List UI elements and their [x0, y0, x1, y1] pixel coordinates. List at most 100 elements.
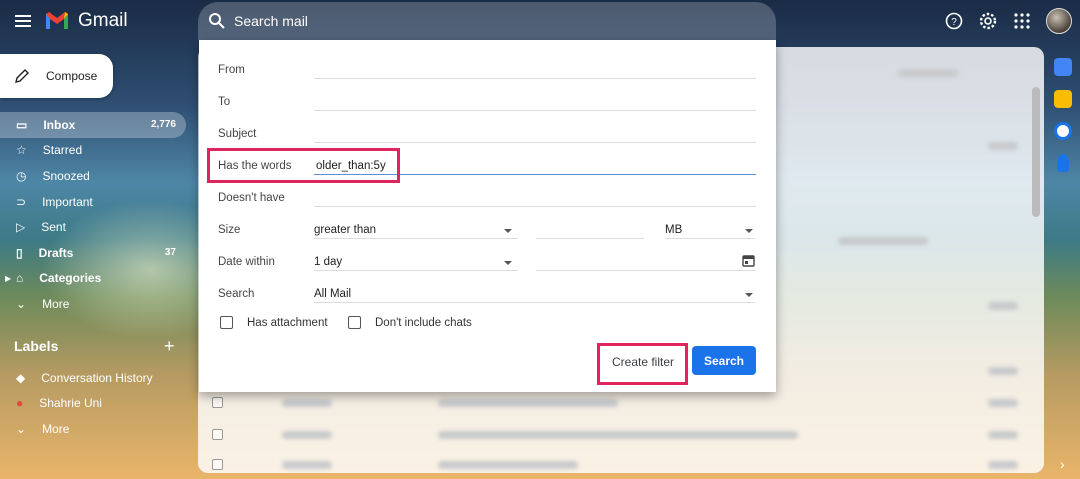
subject-underline[interactable] [314, 142, 756, 143]
blurred-date [988, 142, 1018, 150]
label-item-label: More [42, 421, 70, 436]
doesnt-have-label: Doesn't have [218, 192, 285, 204]
blurred-date [988, 461, 1018, 469]
expand-caret-icon[interactable]: ▶ [5, 274, 11, 283]
tasks-icon[interactable] [1054, 122, 1072, 140]
main-menu-button[interactable] [12, 10, 34, 32]
mail-list-scrollbar[interactable] [1032, 87, 1040, 217]
size-label: Size [218, 224, 241, 236]
compose-label: Compose [46, 69, 98, 83]
sidebar-item-snoozed[interactable]: ◷ Snoozed [0, 163, 186, 189]
search-bar[interactable]: Search mail [198, 2, 776, 40]
has-attachment-checkbox[interactable] [220, 316, 233, 329]
sidebar-item-label: Categories [39, 271, 102, 286]
row-checkbox[interactable] [212, 459, 223, 470]
sidebar-item-label: More [42, 296, 70, 311]
side-panel-rail [1054, 58, 1076, 186]
search-in-underline [314, 302, 755, 303]
has-words-label: Has the words [218, 160, 292, 172]
search-in-row: Search All Mail [218, 275, 756, 307]
label-item-conversation-history[interactable]: ◆ Conversation History [0, 365, 186, 391]
help-icon[interactable]: ? [944, 11, 964, 31]
date-within-label: Date within [218, 256, 275, 268]
calendar-icon[interactable] [742, 254, 755, 267]
size-unit-underline [665, 238, 755, 239]
label-item-label: Conversation History [41, 370, 153, 385]
draft-icon: ▯ [16, 245, 23, 260]
sidebar-item-inbox[interactable]: ▭ Inbox 2,776 [0, 112, 186, 138]
doesnt-have-row: Doesn't have [218, 179, 756, 211]
compose-button[interactable]: Compose [0, 54, 113, 98]
blurred-date [988, 431, 1018, 439]
account-avatar[interactable] [1046, 8, 1072, 34]
star-icon: ☆ [16, 143, 27, 158]
sidebar-item-sent[interactable]: ▷ Sent [0, 214, 186, 240]
add-label-icon[interactable]: + [164, 336, 175, 357]
search-in-select[interactable]: All Mail [314, 288, 351, 300]
blurred-pagination [898, 69, 958, 77]
apps-grid-icon[interactable] [1012, 11, 1032, 31]
dont-include-chats-option[interactable]: Don't include chats [348, 316, 472, 329]
has-words-underline[interactable] [314, 174, 756, 175]
to-label: To [218, 96, 231, 108]
label-item-more[interactable]: ⌄ More [0, 416, 186, 442]
from-underline[interactable] [314, 78, 756, 79]
keep-icon[interactable] [1054, 90, 1072, 108]
chevron-down-icon[interactable] [745, 229, 753, 233]
sidebar-item-label: Sent [41, 220, 66, 235]
dont-include-chats-checkbox[interactable] [348, 316, 361, 329]
size-unit-select[interactable]: MB [665, 224, 682, 236]
chevron-down-icon[interactable] [504, 229, 512, 233]
subject-label: Subject [218, 128, 257, 140]
date-within-select[interactable]: 1 day [314, 256, 342, 268]
expand-side-panel-icon[interactable]: › [1060, 456, 1065, 472]
to-underline[interactable] [314, 110, 756, 111]
sidebar-item-categories[interactable]: ▶ ⌂ Categories [0, 266, 186, 292]
sidebar-nav: ▭ Inbox 2,776 ☆ Starred ◷ Snoozed ⊃ Impo… [0, 112, 186, 317]
advanced-search-dialog: From To Subject Has the words older_than… [199, 40, 776, 392]
label-tag-icon: ◆ [16, 370, 26, 385]
blurred-sender [282, 461, 332, 469]
size-comparator-underline [314, 238, 518, 239]
blurred-subject [438, 399, 618, 407]
chevron-down-icon[interactable] [745, 293, 753, 297]
doesnt-have-underline[interactable] [314, 206, 756, 207]
blurred-sender [282, 431, 332, 439]
settings-gear-icon[interactable] [978, 11, 998, 31]
search-button[interactable]: Search [692, 346, 756, 375]
size-row: Size greater than MB [218, 211, 756, 243]
chevron-down-icon: ⌄ [16, 296, 27, 311]
has-words-field[interactable]: older_than:5y [316, 160, 386, 172]
calendar-icon[interactable] [1054, 58, 1072, 76]
sidebar-item-starred[interactable]: ☆ Starred [0, 138, 186, 164]
date-within-underline [314, 270, 518, 271]
blurred-sender [282, 399, 332, 407]
search-in-label: Search [218, 288, 255, 300]
clock-icon: ◷ [16, 168, 27, 183]
row-checkbox[interactable] [212, 429, 223, 440]
date-field[interactable] [536, 270, 755, 271]
search-icon[interactable] [208, 12, 226, 30]
contacts-icon[interactable] [1057, 154, 1069, 172]
has-attachment-option[interactable]: Has attachment [220, 316, 328, 329]
to-row: To [218, 83, 756, 115]
sidebar-item-label: Drafts [38, 245, 74, 260]
sidebar-item-drafts[interactable]: ▯ Drafts 37 [0, 240, 186, 266]
gmail-logo-text: Gmail [78, 10, 128, 31]
label-item-shahrie-uni[interactable]: ● Shahrie Uni [0, 391, 186, 417]
gmail-logo[interactable]: Gmail [44, 8, 128, 34]
sidebar-item-important[interactable]: ⊃ Important [0, 189, 186, 215]
chevron-down-icon[interactable] [504, 261, 512, 265]
sidebar-item-label: Starred [42, 143, 83, 158]
pencil-icon [15, 69, 29, 83]
gmail-m-icon [46, 12, 68, 29]
search-placeholder[interactable]: Search mail [234, 13, 308, 29]
has-words-row: Has the words older_than:5y [218, 147, 756, 179]
date-within-row: Date within 1 day [218, 243, 756, 275]
row-checkbox[interactable] [212, 397, 223, 408]
sidebar-item-more[interactable]: ⌄ More [0, 291, 186, 317]
size-comparator-select[interactable]: greater than [314, 224, 376, 236]
size-value-field[interactable] [536, 238, 644, 239]
create-filter-button[interactable]: Create filter [603, 347, 683, 377]
label-item-label: Shahrie Uni [39, 396, 102, 411]
